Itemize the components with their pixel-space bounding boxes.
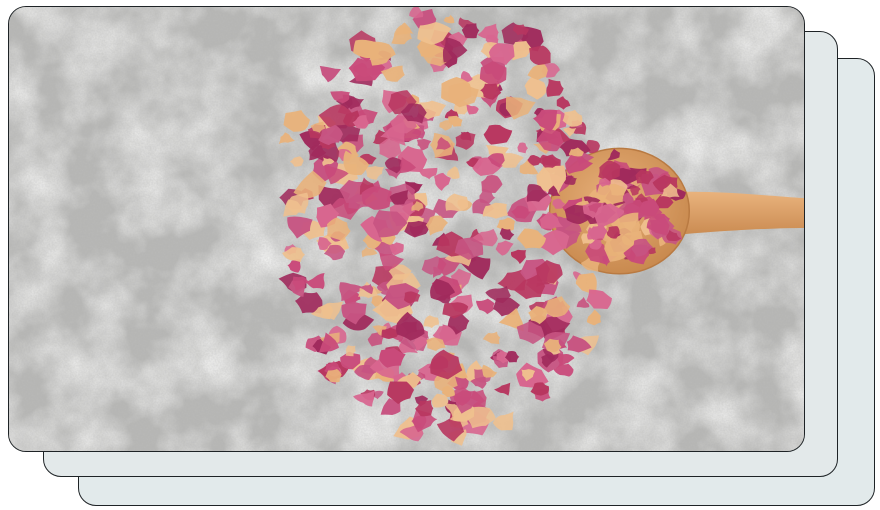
photo-card	[8, 6, 805, 452]
rose-petals-photo	[9, 7, 804, 451]
